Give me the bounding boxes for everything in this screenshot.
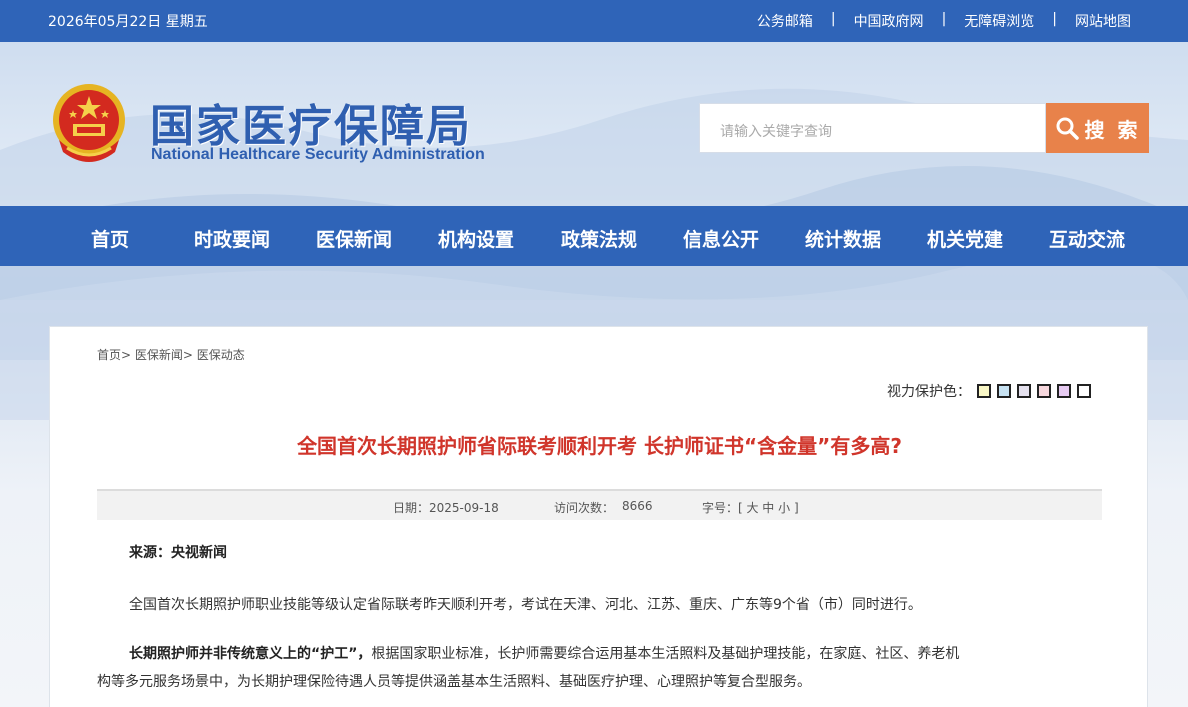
visits-label: 访问次数： <box>554 501 615 515</box>
site-title-en: National Healthcare Security Administrat… <box>151 146 485 163</box>
paragraph-2-text: 根据国家职业标准，长护师需要综合运用基本生活照料及基础护理技能，在家庭、社区、养… <box>371 646 960 662</box>
swatch-pink[interactable] <box>1037 384 1051 398</box>
current-date: 2026年05月22日 星期五 <box>48 14 208 30</box>
article-meta: 日期：2025-09-18 访问次数： 8666 字号：[ 大 中 小 ] <box>97 489 1102 520</box>
article-paragraph-2: 长期照护师并非传统意义上的“护工”，根据国家职业标准，长护师需要综合运用基本生活… <box>129 640 1103 668</box>
link-official-mail[interactable]: 公务邮箱 <box>757 11 813 31</box>
swatch-blue[interactable] <box>997 384 1011 398</box>
national-emblem-icon[interactable] <box>49 82 129 166</box>
breadcrumb: 首页> 医保新闻> 医保动态 <box>97 346 245 363</box>
nav-item-statistics[interactable]: 统计数据 <box>805 225 881 252</box>
vision-label: 视力保护色： <box>887 384 971 400</box>
font-size-control[interactable]: 字号：[ 大 中 小 ] <box>702 499 799 516</box>
article-paragraph-1: 全国首次长期照护师职业技能等级认定省际联考昨天顺利开考，考试在天津、河北、江苏、… <box>129 597 922 613</box>
nav-item-interaction[interactable]: 互动交流 <box>1049 225 1125 252</box>
search-button-label: 搜 索 <box>1084 117 1141 142</box>
search-input[interactable]: 请输入关键字查询 <box>699 103 1046 153</box>
swatch-yellow[interactable] <box>977 384 991 398</box>
nav-item-organization[interactable]: 机构设置 <box>438 225 514 252</box>
site-header: 国家医疗保障局 National Healthcare Security Adm… <box>0 42 1188 206</box>
separator: | <box>941 11 947 27</box>
article-paragraph-2-cont: 构等多元服务场景中，为长期护理保险待遇人员等提供涵盖基本生活照料、基础医疗护理、… <box>97 674 811 690</box>
nav-item-disclosure[interactable]: 信息公开 <box>683 225 759 252</box>
breadcrumb-home[interactable]: 首页> <box>97 348 131 362</box>
article-date: 日期：2025-09-18 <box>393 501 499 515</box>
search-icon <box>1056 117 1079 140</box>
swatch-gray[interactable] <box>1017 384 1031 398</box>
article-source: 来源：央视新闻 <box>129 539 1103 567</box>
nav-item-politics[interactable]: 时政要闻 <box>194 225 270 252</box>
nav-item-policy[interactable]: 政策法规 <box>561 225 637 252</box>
source-text: 来源：央视新闻 <box>129 545 227 561</box>
vision-protection: 视力保护色： <box>887 381 1091 401</box>
swatch-white[interactable] <box>1077 384 1091 398</box>
site-title-cn[interactable]: 国家医疗保障局 <box>150 90 472 154</box>
top-links: 公务邮箱 | 中国政府网 | 无障碍浏览 | 网站地图 <box>757 11 1131 31</box>
search-button[interactable]: 搜 索 <box>1046 103 1149 153</box>
visits-count: 8666 <box>622 499 653 513</box>
link-gov-website[interactable]: 中国政府网 <box>854 11 924 31</box>
separator: | <box>830 11 836 27</box>
separator: | <box>1052 11 1057 27</box>
breadcrumb-dynamics[interactable]: 医保动态 <box>197 348 245 362</box>
nav-item-party[interactable]: 机关党建 <box>927 225 1003 252</box>
breadcrumb-news[interactable]: 医保新闻> <box>135 348 193 362</box>
main-nav: 首页 时政要闻 医保新闻 机构设置 政策法规 信息公开 统计数据 机关党建 互动… <box>0 206 1188 266</box>
article-title: 全国首次长期照护师省际联考顺利开考 长护师证书“含金量”有多高? <box>297 434 902 458</box>
link-accessibility[interactable]: 无障碍浏览 <box>964 11 1034 31</box>
top-bar: 2026年05月22日 星期五 公务邮箱 | 中国政府网 | 无障碍浏览 | 网… <box>0 0 1188 42</box>
link-site-map[interactable]: 网站地图 <box>1075 11 1131 31</box>
article-panel: 首页> 医保新闻> 医保动态 视力保护色： 全国首次长期照护师省际联考顺利开考 … <box>49 326 1148 707</box>
paragraph-2-bold: 长期照护师并非传统意义上的“护工”， <box>129 646 372 662</box>
swatch-purple[interactable] <box>1057 384 1071 398</box>
nav-item-home[interactable]: 首页 <box>91 225 129 252</box>
nav-item-news[interactable]: 医保新闻 <box>316 225 392 252</box>
